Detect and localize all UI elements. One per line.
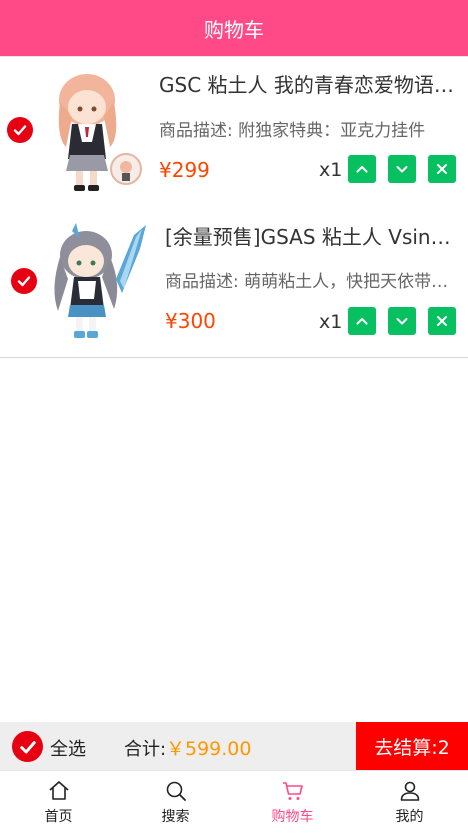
tab-search[interactable]: 搜索 (117, 771, 234, 833)
item-quantity: x1 (319, 311, 343, 333)
product-thumbnail[interactable] (42, 67, 148, 195)
item-quantity: x1 (319, 159, 343, 181)
cart-summary-bar: 全选 合计: ￥599.00 去结算:2 (0, 722, 468, 770)
remove-item-button[interactable] (428, 155, 456, 183)
chevron-down-icon (396, 166, 408, 173)
increase-quantity-button[interactable] (348, 155, 376, 183)
chevron-up-icon (356, 318, 368, 325)
cart-item: [余量预售]GSAS 粘土人 Vsinger 洛天依 商品描述: 萌萌粘土人，快… (0, 207, 468, 358)
decrease-quantity-button[interactable] (388, 155, 416, 183)
cart-icon (282, 782, 303, 800)
tab-label: 我的 (395, 809, 424, 825)
select-all-label[interactable]: 全选 (50, 735, 86, 761)
tab-cart[interactable]: 购物车 (234, 771, 351, 833)
close-icon (437, 316, 447, 326)
item-title[interactable]: GSC 粘土人 我的青春恋爱物语果然有问题 (159, 69, 457, 98)
close-icon (437, 164, 447, 174)
bottom-tab-bar: 首页 搜索 购物车 我的 (0, 770, 468, 833)
chevron-down-icon (396, 318, 408, 325)
tab-home[interactable]: 首页 (0, 771, 117, 833)
user-icon (400, 781, 419, 801)
decrease-quantity-button[interactable] (388, 307, 416, 335)
select-all-check-icon[interactable] (12, 731, 43, 762)
item-check-icon[interactable] (7, 117, 33, 143)
tab-profile[interactable]: 我的 (351, 771, 468, 833)
checkout-button[interactable]: 去结算:2 (356, 722, 468, 770)
search-icon (166, 781, 186, 801)
item-check-icon[interactable] (11, 268, 37, 294)
home-icon (48, 781, 69, 800)
page-title: 购物车 (204, 17, 264, 42)
item-price: ¥299 (159, 158, 210, 182)
item-title[interactable]: [余量预售]GSAS 粘土人 Vsinger 洛天依 (165, 221, 457, 250)
product-thumbnail[interactable] (42, 219, 148, 347)
page-header: 购物车 (0, 0, 468, 57)
remove-item-button[interactable] (428, 307, 456, 335)
tab-label: 购物车 (271, 809, 314, 825)
chevron-up-icon (356, 166, 368, 173)
item-price: ¥300 (165, 309, 216, 333)
item-description: 商品描述: 萌萌粘土人，快把天依带回家 (165, 272, 457, 292)
total-amount: ￥599.00 (166, 738, 252, 760)
increase-quantity-button[interactable] (348, 307, 376, 335)
item-description: 商品描述: 附独家特典：亚克力挂件 (159, 121, 426, 141)
total-label: 合计: (124, 739, 167, 760)
cart-item: GSC 粘土人 我的青春恋爱物语果然有问题 商品描述: 附独家特典：亚克力挂件 … (0, 57, 468, 208)
tab-label: 搜索 (161, 809, 190, 825)
tab-label: 首页 (44, 809, 73, 825)
